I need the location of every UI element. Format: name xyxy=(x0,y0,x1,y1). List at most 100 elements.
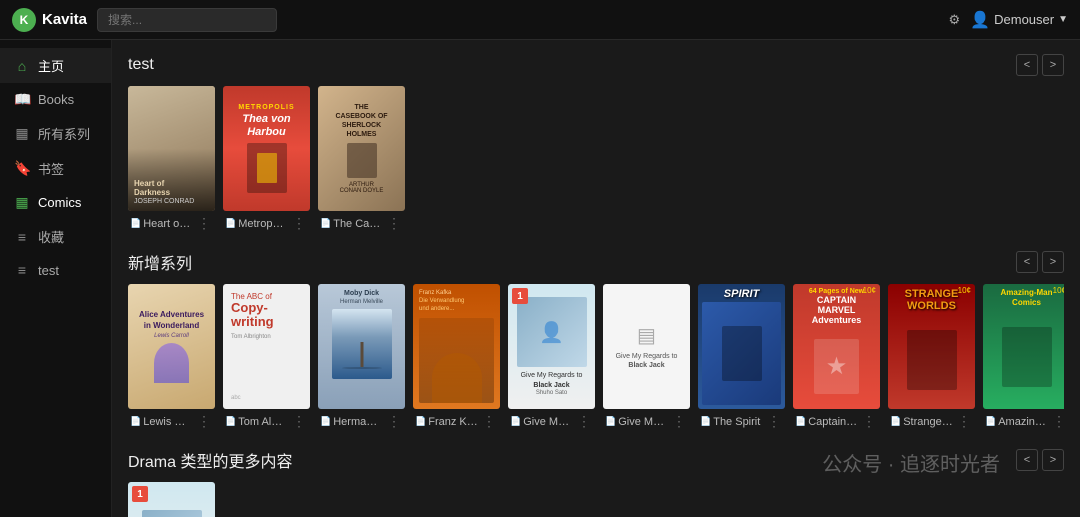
book-type-icon-sherlock: 📄 xyxy=(320,218,331,229)
section-test-next[interactable]: > xyxy=(1042,54,1064,76)
book-card-hd[interactable]: Heart ofDarkness JOSEPH CONRAD 📄 Heart o… xyxy=(128,86,215,232)
section-drama-next[interactable]: > xyxy=(1042,449,1064,471)
sidebar-item-test[interactable]: ≡ test xyxy=(0,254,111,286)
books-icon: 📖 xyxy=(14,91,30,108)
book-card-bj2[interactable]: ▤ Give My Regards toBlack Jack 📄 Give My… xyxy=(603,284,690,430)
sidebar-item-comics[interactable]: ▦ Comics xyxy=(0,186,111,219)
book-menu-strange[interactable]: ⋮ xyxy=(955,413,973,430)
topbar-right: ⚙ 👤 Demouser ▼ xyxy=(949,10,1068,30)
book-menu-captain[interactable]: ⋮ xyxy=(860,413,878,430)
sidebar-item-home[interactable]: ⌂ 主页 xyxy=(0,48,111,83)
book-card-sherlock[interactable]: THECASEBOOK OFSHERLOCKHOLMES ARTHURCONAN… xyxy=(318,86,405,232)
book-type-icon-abc: 📄 xyxy=(225,416,236,427)
book-type-icon-kafka: 📄 xyxy=(415,416,426,427)
search-input[interactable] xyxy=(97,8,277,32)
user-menu[interactable]: 👤 Demouser ▼ xyxy=(970,10,1068,30)
book-info-metro: 📄 Metropolis ⋮ xyxy=(223,211,310,232)
section-newseries-header: 新增系列 < > xyxy=(128,250,1064,274)
app-logo[interactable]: K Kavita xyxy=(12,8,87,32)
drama-book-row: 1 👤 xyxy=(128,482,1064,517)
book-cover-bj1: 1 👤 Give My Regards toBlack Jack Shuho S… xyxy=(508,284,595,409)
book-card-amazing[interactable]: 10¢ Amazing-ManComics 📄 Amazing-Ma... ⋮ xyxy=(983,284,1064,430)
book-type-icon-strange: 📄 xyxy=(890,416,901,427)
sidebar-label-test: test xyxy=(38,263,59,278)
book-title-bj1: Give My Rega... xyxy=(523,416,573,428)
book-menu-bj1[interactable]: ⋮ xyxy=(575,413,593,430)
section-newseries-prev[interactable]: < xyxy=(1016,251,1038,273)
book-menu-kafka[interactable]: ⋮ xyxy=(480,413,498,430)
book-cover-hd: Heart ofDarkness JOSEPH CONRAD xyxy=(128,86,215,211)
book-menu-alice[interactable]: ⋮ xyxy=(195,413,213,430)
book-cover-amazing: 10¢ Amazing-ManComics xyxy=(983,284,1064,409)
book-cover-strange: 10¢ STRANGEWORLDS xyxy=(888,284,975,409)
book-card-abc[interactable]: The ABC of Copy-writing Tom Albrighton a… xyxy=(223,284,310,430)
section-test-prev[interactable]: < xyxy=(1016,54,1038,76)
sidebar-label-home: 主页 xyxy=(38,56,64,75)
book-card-drama[interactable]: 1 👤 xyxy=(128,482,215,517)
bookmark-icon: 🔖 xyxy=(14,160,30,177)
book-menu-sherlock[interactable]: ⋮ xyxy=(385,215,403,232)
book-card-bj1[interactable]: 1 👤 Give My Regards toBlack Jack Shuho S… xyxy=(508,284,595,430)
section-test-nav: < > xyxy=(1016,54,1064,76)
book-menu-hd[interactable]: ⋮ xyxy=(195,215,213,232)
book-title-spirit: The Spirit xyxy=(713,416,763,428)
book-cover-abc: The ABC of Copy-writing Tom Albrighton a… xyxy=(223,284,310,409)
book-cover-kafka: Franz Kafka Die Verwandlungund andere... xyxy=(413,284,500,409)
book-title-kafka: Franz Kafka... xyxy=(428,416,478,428)
book-card-spirit[interactable]: SPIRIT 📄 The Spirit ⋮ xyxy=(698,284,785,430)
book-info-strange: 📄 Strange Worlds ⋮ xyxy=(888,409,975,430)
book-title-moby: Herman Melvi... xyxy=(333,416,383,428)
book-card-metro[interactable]: METROPOLIS Thea vonHarbou 📄 Metropolis ⋮ xyxy=(223,86,310,232)
book-type-icon-spirit: 📄 xyxy=(700,416,711,427)
book-menu-amazing[interactable]: ⋮ xyxy=(1050,413,1064,430)
book-info-bj1: 📄 Give My Rega... ⋮ xyxy=(508,409,595,430)
book-type-icon-metro: 📄 xyxy=(225,218,236,229)
content-area: test < > Heart ofDarkness JOS xyxy=(112,40,1080,517)
book-menu-bj2[interactable]: ⋮ xyxy=(670,413,688,430)
section-newseries: 新增系列 < > Alice Adventuresin Wonderland L… xyxy=(128,250,1064,430)
book-cover-bj2: ▤ Give My Regards toBlack Jack xyxy=(603,284,690,409)
book-title-captain: Captain Marv... xyxy=(808,416,858,428)
book-menu-abc[interactable]: ⋮ xyxy=(290,413,308,430)
book-card-kafka[interactable]: Franz Kafka Die Verwandlungund andere...… xyxy=(413,284,500,430)
book-type-icon-alice: 📄 xyxy=(130,416,141,427)
allseries-icon: ▦ xyxy=(14,125,30,142)
book-card-alice[interactable]: Alice Adventuresin Wonderland Lewis Carr… xyxy=(128,284,215,430)
section-test-title: test xyxy=(128,56,154,74)
book-card-captain[interactable]: 10¢ 64 Pages of New CAPTAIN MARVELAdvent… xyxy=(793,284,880,430)
section-drama-prev[interactable]: < xyxy=(1016,449,1038,471)
sidebar-item-bookmarks[interactable]: 🔖 书签 xyxy=(0,151,111,186)
logo-icon: K xyxy=(12,8,36,32)
book-info-abc: 📄 Tom Albrighton... ⋮ xyxy=(223,409,310,430)
book-title-sherlock: The Casebo... xyxy=(333,218,383,230)
book-type-icon-bj1: 📄 xyxy=(510,416,521,427)
sidebar-item-books[interactable]: 📖 Books xyxy=(0,83,111,116)
book-menu-moby[interactable]: ⋮ xyxy=(385,413,403,430)
notification-icon[interactable]: ⚙ xyxy=(949,12,961,28)
section-newseries-title: 新增系列 xyxy=(128,250,192,274)
book-menu-metro[interactable]: ⋮ xyxy=(290,215,308,232)
sidebar-label-bookmarks: 书签 xyxy=(38,159,64,178)
test-book-row: Heart ofDarkness JOSEPH CONRAD 📄 Heart o… xyxy=(128,86,1064,232)
book-card-strange[interactable]: 10¢ STRANGEWORLDS 📄 Strange Worlds ⋮ xyxy=(888,284,975,430)
book-menu-spirit[interactable]: ⋮ xyxy=(765,413,783,430)
book-title-bj2: Give My Rega... xyxy=(618,416,668,428)
book-info-kafka: 📄 Franz Kafka... ⋮ xyxy=(413,409,500,430)
sidebar-item-allseries[interactable]: ▦ 所有系列 xyxy=(0,116,111,151)
book-card-moby[interactable]: Moby Dick Herman Melville 📄 Herman Melvi… xyxy=(318,284,405,430)
book-cover-alice: Alice Adventuresin Wonderland Lewis Carr… xyxy=(128,284,215,409)
sidebar-item-collection[interactable]: ≡ 收藏 xyxy=(0,219,111,254)
section-newseries-next[interactable]: > xyxy=(1042,251,1064,273)
section-drama: Drama 类型的更多内容 < > 1 👤 xyxy=(128,448,1064,517)
book-info-sherlock: 📄 The Casebo... ⋮ xyxy=(318,211,405,232)
book-info-alice: 📄 Lewis Carrol... ⋮ xyxy=(128,409,215,430)
book-info-captain: 📄 Captain Marv... ⋮ xyxy=(793,409,880,430)
collection-icon: ≡ xyxy=(14,229,30,245)
main-layout: ⌂ 主页 📖 Books ▦ 所有系列 🔖 书签 ▦ Comics ≡ 收藏 ≡… xyxy=(0,40,1080,517)
sidebar-label-allseries: 所有系列 xyxy=(38,124,90,143)
book-cover-metro: METROPOLIS Thea vonHarbou xyxy=(223,86,310,211)
book-title-strange: Strange Worlds xyxy=(903,416,953,428)
section-drama-nav: < > xyxy=(1016,449,1064,471)
book-cover-drama: 1 👤 xyxy=(128,482,215,517)
book-info-spirit: 📄 The Spirit ⋮ xyxy=(698,409,785,430)
